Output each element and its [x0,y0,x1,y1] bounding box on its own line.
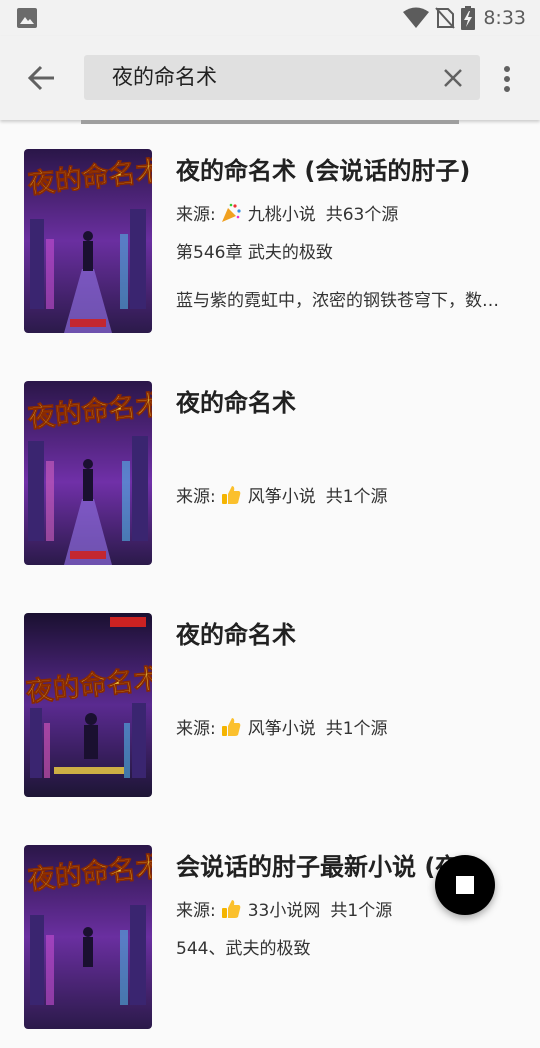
list-item[interactable]: 夜的命名术 夜的命名术 来源: 风筝小说 共1个源 [0,352,540,584]
source-name: 九桃小说 [247,205,316,225]
latest-chapter: 544、武夫的极致 [176,939,311,959]
book-title: 夜的命名术 [176,389,296,417]
close-icon[interactable] [442,67,464,89]
status-time: 8:33 [483,7,526,29]
book-cover-image: 夜的命名术 [24,149,152,333]
list-item[interactable]: 夜的命名术 夜的命名术 来源: 风筝小说 共1个源 [0,584,540,816]
search-toolbar [0,36,540,120]
party-popper-icon [221,203,241,222]
source-name: 33小说网 [247,901,321,921]
list-item[interactable]: 夜的命名术 夜的命名术 (会说话的肘子) 来源: 九桃小说 共63个源 第546… [0,120,540,352]
book-intro: 蓝与紫的霓虹中，浓密的钢铁苍穹下，数条巨大的... [176,291,514,311]
wifi-icon [403,7,430,28]
book-title: 夜的命名术 (会说话的肘子) [176,157,471,185]
book-source: 来源: 33小说网 共1个源 [176,896,392,921]
stop-icon [456,876,474,894]
source-count: 共63个源 [325,205,399,225]
source-prefix: 来源: [176,719,216,739]
source-count: 共1个源 [325,487,388,507]
back-arrow-icon[interactable] [24,62,60,94]
search-input[interactable] [112,55,432,100]
battery-charging-icon [461,6,476,30]
status-bar: 8:33 [0,0,540,36]
book-cover-image: 夜的命名术 [24,381,152,565]
book-title: 夜的命名术 [176,621,296,649]
book-cover-image: 夜的命名术 [24,613,152,797]
search-box[interactable] [84,55,480,100]
loading-progress-bar [81,120,459,124]
source-name: 风筝小说 [247,487,316,507]
book-source: 来源: 风筝小说 共1个源 [176,482,388,507]
source-count: 共1个源 [325,719,388,739]
thumbs-up-icon [221,717,241,736]
image-notification-icon [17,8,37,28]
no-sim-icon [435,7,456,29]
source-name: 风筝小说 [247,719,316,739]
thumbs-up-icon [221,485,241,504]
latest-chapter: 第546章 武夫的极致 [176,243,333,263]
book-source: 来源: 九桃小说 共63个源 [176,200,398,225]
thumbs-up-icon [221,899,241,918]
source-prefix: 来源: [176,205,216,225]
book-cover-image: 夜的命名术 [24,845,152,1029]
source-count: 共1个源 [330,901,393,921]
list-item[interactable]: 夜的命名术 会说话的肘子最新小说 (夜的命名术) 来源: 33小说网 共1个源 … [0,816,540,1048]
source-prefix: 来源: [176,901,216,921]
more-vert-icon[interactable] [498,64,516,94]
source-prefix: 来源: [176,487,216,507]
book-source: 来源: 风筝小说 共1个源 [176,714,388,739]
stop-search-button[interactable] [435,855,495,915]
